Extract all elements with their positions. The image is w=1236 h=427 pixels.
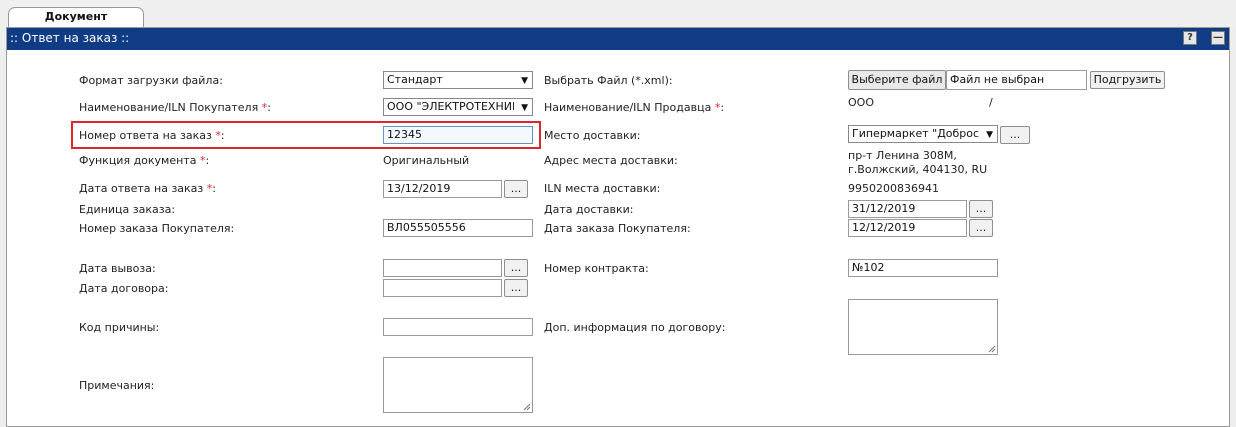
- contract-date-label: Дата договора:: [79, 282, 169, 295]
- resize-grip-icon[interactable]: [988, 345, 996, 353]
- buyer-order-number-input[interactable]: ВЛ055505556: [383, 219, 533, 237]
- buyer-label: Наименование/ILN Покупателя *:: [79, 101, 271, 114]
- file-format-label: Формат загрузки файла:: [79, 74, 223, 87]
- choose-file-button[interactable]: Выберите файл: [848, 70, 946, 90]
- contract-number-label: Номер контракта:: [544, 262, 649, 275]
- delivery-address-line1: пр-т Ленина 308М,: [848, 149, 957, 162]
- panel-title: :: Ответ на заказ ::: [10, 31, 130, 45]
- buyer-order-date-label: Дата заказа Покупателя:: [544, 222, 691, 235]
- pickup-date-input[interactable]: [383, 259, 502, 277]
- response-date-label: Дата ответа на заказ *:: [79, 182, 216, 195]
- reason-code-input[interactable]: [383, 318, 533, 336]
- highlight-frame: [71, 121, 541, 149]
- help-icon[interactable]: ?: [1183, 31, 1197, 45]
- resize-grip-icon[interactable]: [523, 403, 531, 411]
- chevron-down-icon: ▼: [521, 76, 528, 86]
- reason-code-label: Код причины:: [79, 321, 160, 334]
- delivery-date-picker-button[interactable]: ...: [969, 200, 993, 218]
- panel-header: :: Ответ на заказ :: ? —: [7, 28, 1229, 50]
- contract-date-input[interactable]: [383, 279, 502, 297]
- seller-value: ООО: [848, 96, 874, 109]
- seller-label: Наименование/ILN Продавца *:: [544, 101, 725, 114]
- chevron-down-icon: ▼: [986, 130, 993, 140]
- buyer-order-date-picker-button[interactable]: ...: [969, 219, 993, 237]
- contract-date-picker-button[interactable]: ...: [504, 279, 528, 297]
- delivery-date-input[interactable]: 31/12/2019: [848, 200, 967, 218]
- contract-number-input[interactable]: №102: [848, 259, 998, 277]
- tab-bar: Документ: [0, 0, 1236, 28]
- contract-info-label: Доп. информация по договору:: [544, 321, 726, 334]
- notes-textarea[interactable]: [383, 357, 533, 413]
- file-status-field: Файл не выбран: [946, 70, 1087, 90]
- order-unit-label: Единица заказа:: [79, 203, 176, 216]
- delivery-address-label: Адрес места доставки:: [544, 154, 678, 167]
- delivery-place-label: Место доставки:: [544, 129, 641, 142]
- delivery-iln-label: ILN места доставки:: [544, 182, 661, 195]
- delivery-address-line2: г.Волжский, 404130, RU: [848, 163, 988, 176]
- minimize-icon[interactable]: —: [1211, 31, 1225, 45]
- delivery-iln-value: 9950200836941: [848, 182, 939, 195]
- file-format-select[interactable]: Стандарт ▼: [383, 71, 533, 89]
- buyer-select[interactable]: ООО "ЭЛЕКТРОТЕХНИКА"▼: [383, 98, 533, 116]
- doc-function-label: Функция документа *:: [79, 154, 210, 167]
- contract-info-textarea[interactable]: [848, 299, 998, 355]
- response-date-picker-button[interactable]: ...: [504, 180, 528, 198]
- delivery-date-label: Дата доставки:: [544, 203, 634, 216]
- seller-separator: /: [989, 96, 993, 109]
- upload-button[interactable]: Подгрузить: [1090, 71, 1165, 89]
- response-date-input[interactable]: 13/12/2019: [383, 180, 502, 198]
- pickup-date-picker-button[interactable]: ...: [504, 259, 528, 277]
- chevron-down-icon: ▼: [521, 103, 528, 113]
- choose-file-label: Выбрать Файл (*.xml):: [544, 74, 673, 87]
- buyer-order-date-input[interactable]: 12/12/2019: [848, 219, 967, 237]
- tab-document[interactable]: Документ: [8, 7, 144, 27]
- delivery-place-lookup-button[interactable]: ...: [1000, 126, 1030, 144]
- delivery-place-select[interactable]: Гипермаркет "Добросток"▼: [848, 125, 998, 143]
- doc-function-value: Оригинальный: [383, 154, 470, 167]
- buyer-order-number-label: Номер заказа Покупателя:: [79, 222, 235, 235]
- pickup-date-label: Дата вывоза:: [79, 262, 156, 275]
- notes-label: Примечания:: [79, 379, 155, 392]
